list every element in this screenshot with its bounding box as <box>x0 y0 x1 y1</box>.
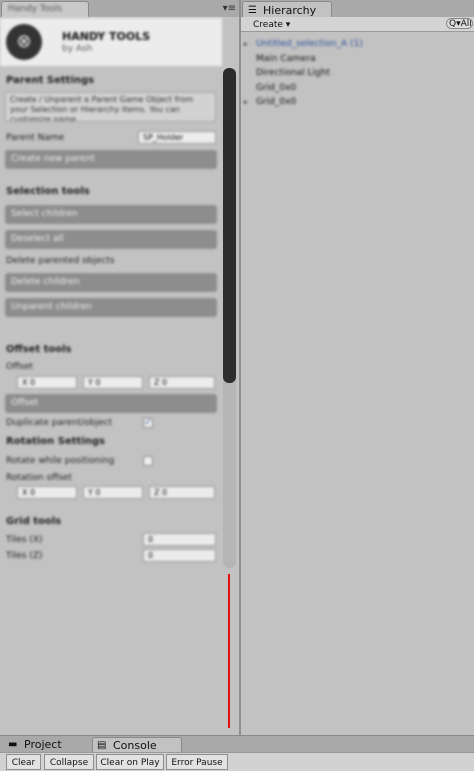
panel-menu-icon[interactable]: ▾≡ <box>223 3 236 14</box>
handy-tools-panel: Handy Tools ▾≡ ⊗ HANDY TOOLS by Ash Pare… <box>0 0 239 735</box>
offset-x-field[interactable]: X 0 <box>17 376 77 389</box>
error-pause-button[interactable]: Error Pause <box>166 754 228 770</box>
clear-button[interactable]: Clear <box>6 754 41 770</box>
tab-hierarchy[interactable]: ☰ Hierarchy <box>242 1 332 18</box>
delete-children-button[interactable]: Delete children <box>5 273 217 292</box>
unparent-children-button[interactable]: Unparent children <box>5 298 217 317</box>
offset-tools-heading: Offset tools <box>6 344 72 355</box>
rotation-settings-heading: Rotation Settings <box>6 436 105 447</box>
logo-icon: ⊗ <box>6 24 42 60</box>
console-toolbar: Clear Collapse Clear on Play Error Pause <box>0 752 474 771</box>
hierarchy-item-label: Untitled_selection_A (1) <box>256 39 363 49</box>
tab-project[interactable]: ▬ Project <box>4 737 90 753</box>
hierarchy-panel: ☰ Hierarchy Create ▾ Q▾All ▸ Untitled_sel… <box>241 0 474 735</box>
folder-icon: ▬ <box>8 739 18 750</box>
hierarchy-item[interactable]: ▸ Grid_0x0 <box>241 95 474 109</box>
tab-handy-tools[interactable]: Handy Tools <box>1 1 89 17</box>
tiles-z-field[interactable]: 0 <box>143 549 216 562</box>
apply-offset-button[interactable]: Offset <box>5 394 217 413</box>
rotation-offset-vector-field: X 0 Y 0 Z 0 <box>5 486 217 499</box>
rotate-checkbox[interactable] <box>143 456 153 466</box>
expand-arrow-icon[interactable]: ▸ <box>244 37 248 51</box>
parent-settings-heading: Parent Settings <box>6 75 95 86</box>
hierarchy-tab-strip: ☰ Hierarchy <box>241 0 474 18</box>
hierarchy-icon: ☰ <box>248 5 257 16</box>
offset-z-field[interactable]: Z 0 <box>149 376 215 389</box>
selection-tools-heading: Selection tools <box>6 186 90 197</box>
rotation-y-field[interactable]: Y 0 <box>83 486 143 499</box>
hierarchy-item[interactable]: Directional Light <box>241 66 474 80</box>
hierarchy-toolbar: Create ▾ Q▾All <box>241 17 474 32</box>
rotate-while-positioning-label: Rotate while positioning <box>6 456 115 466</box>
delete-parented-label: Delete parented objects <box>6 256 115 266</box>
scrollbar-thumb[interactable] <box>223 68 236 383</box>
tab-project-label: Project <box>24 738 62 751</box>
create-dropdown-button[interactable]: Create ▾ <box>247 18 297 30</box>
console-icon: ▤ <box>97 740 107 751</box>
clear-on-play-button[interactable]: Clear on Play <box>96 754 164 770</box>
hierarchy-item[interactable]: Main Camera <box>241 52 474 66</box>
rotation-x-field[interactable]: X 0 <box>17 486 77 499</box>
hierarchy-item-label: Grid_0x0 <box>256 82 297 93</box>
tiles-x-label: Tiles (X) <box>6 535 43 545</box>
red-marker-line <box>228 574 230 728</box>
tiles-z-label: Tiles (Z) <box>6 551 43 561</box>
offset-vector-field: X 0 Y 0 Z 0 <box>5 376 217 389</box>
tool-title: HANDY TOOLS <box>62 30 151 43</box>
offset-y-field[interactable]: Y 0 <box>83 376 143 389</box>
hierarchy-item-label: Main Camera <box>256 53 316 64</box>
tool-header: ⊗ HANDY TOOLS by Ash <box>0 18 222 66</box>
tab-hierarchy-label: Hierarchy <box>263 4 317 17</box>
deselect-all-button[interactable]: Deselect all <box>5 230 217 249</box>
select-children-button[interactable]: Select children <box>5 205 217 224</box>
parent-name-label: Parent Name <box>6 133 65 143</box>
left-tab-strip: Handy Tools ▾≡ <box>0 0 239 17</box>
tool-subtitle: by Ash <box>62 44 93 54</box>
rotation-z-field[interactable]: Z 0 <box>149 486 215 499</box>
duplicate-checkbox[interactable]: ✓ <box>143 418 153 428</box>
tab-handy-tools-label: Handy Tools <box>8 4 63 14</box>
hierarchy-search-input[interactable]: Q▾All <box>446 18 473 29</box>
hierarchy-item-label: Directional Light <box>256 68 330 78</box>
expand-arrow-icon[interactable]: ▸ <box>244 95 248 109</box>
hierarchy-item[interactable]: ▸ Untitled_selection_A (1) <box>241 37 474 51</box>
tiles-x-field[interactable]: 0 <box>143 533 216 546</box>
rotation-offset-label: Rotation offset <box>6 473 72 483</box>
offset-label: Offset <box>6 362 34 372</box>
tab-console-label: Console <box>113 739 157 752</box>
parent-settings-info: Create / Unparent a Parent Game Object f… <box>5 92 216 122</box>
parent-name-field[interactable]: SP_Holder <box>138 131 216 144</box>
duplicate-parent-label: Duplicate parent/object <box>6 418 113 428</box>
collapse-button[interactable]: Collapse <box>44 754 94 770</box>
hierarchy-item-label: Grid_0x0 <box>256 97 297 107</box>
tab-console[interactable]: ▤ Console <box>92 737 182 753</box>
create-parent-button[interactable]: Create new parent <box>5 150 217 169</box>
bottom-tab-strip: ▬ Project ▤ Console <box>0 735 474 753</box>
hierarchy-item[interactable]: Grid_0x0 <box>241 81 474 95</box>
grid-tools-heading: Grid tools <box>6 516 62 527</box>
